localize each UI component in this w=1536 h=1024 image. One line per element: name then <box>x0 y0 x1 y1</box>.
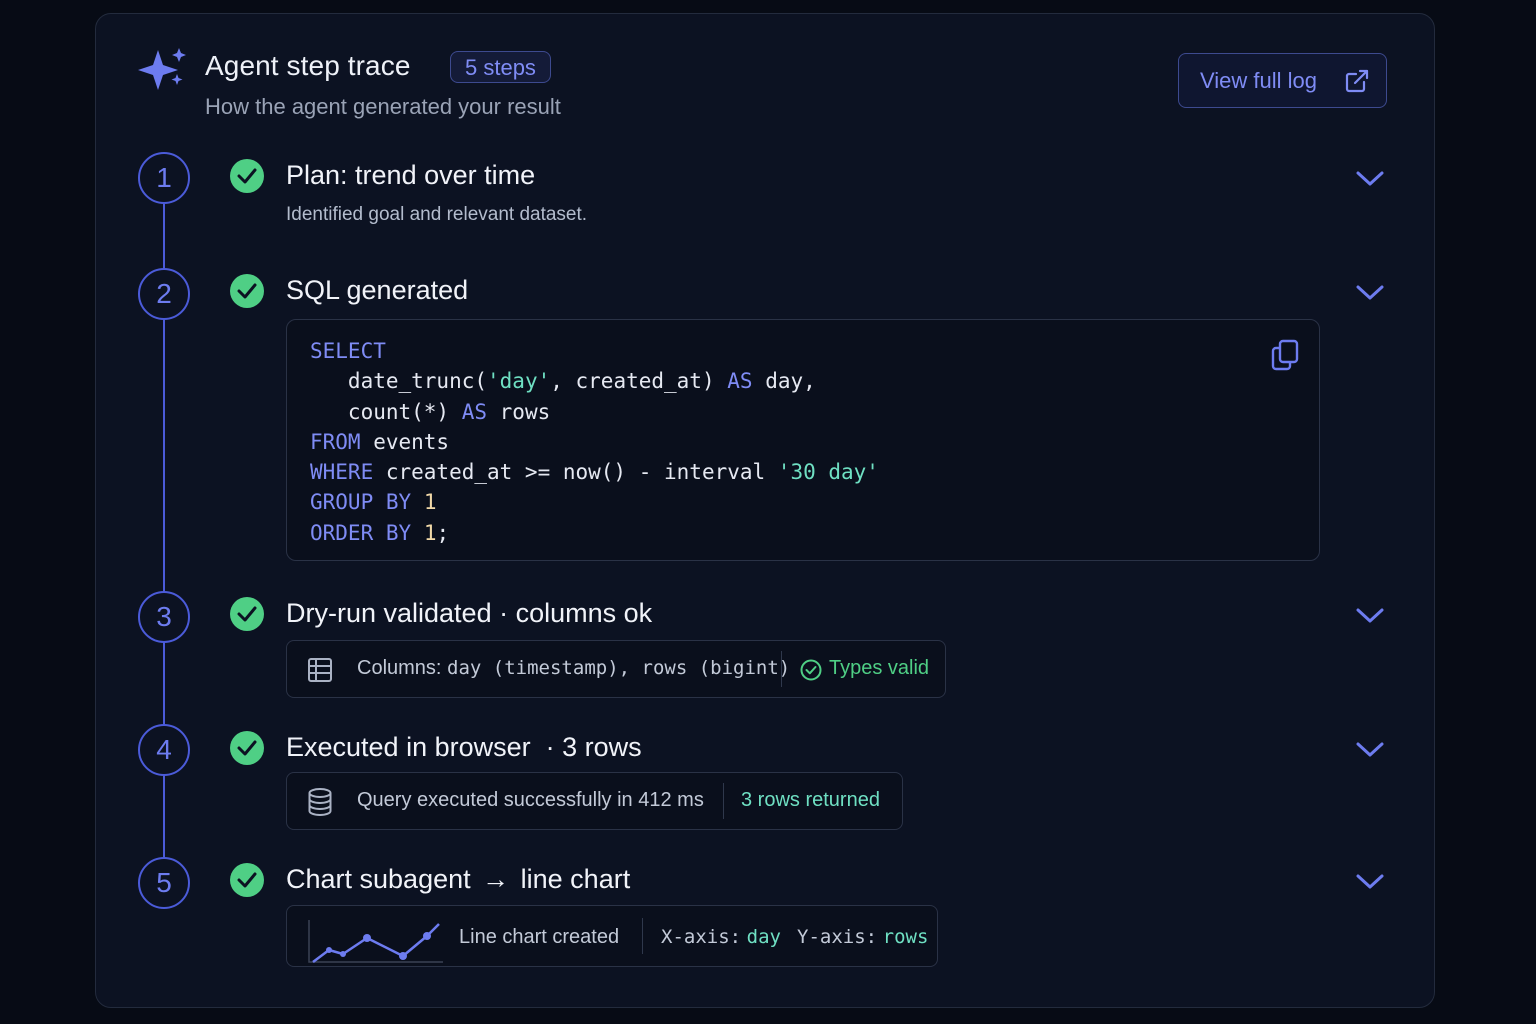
divider <box>723 783 724 819</box>
divider <box>642 918 643 954</box>
y-axis-label: Y-axis: <box>797 926 878 948</box>
check-circle-icon <box>230 274 264 308</box>
step-title: Chart subagent → line chart <box>286 864 630 895</box>
x-axis-value: day <box>746 926 781 948</box>
sql-token: AS <box>727 369 753 394</box>
sparkle-icon <box>138 48 186 90</box>
sql-token: date_trunc( <box>310 369 488 394</box>
sql-token: AS <box>461 399 488 424</box>
view-full-log-label: View full log <box>1200 67 1317 93</box>
sql-token: WHERE <box>310 460 374 485</box>
sql-token: events <box>360 429 450 454</box>
sql-token: day, <box>752 369 816 394</box>
chevron-down-icon[interactable] <box>1353 280 1387 304</box>
check-circle-icon <box>230 863 264 897</box>
check-circle-icon <box>230 159 264 193</box>
sql-token: count(*) <box>310 399 462 424</box>
timeline-connector <box>163 642 165 726</box>
view-full-log-button[interactable]: View full log <box>1178 53 1387 108</box>
chart-created-label: Line chart created <box>459 926 620 948</box>
database-icon <box>308 788 332 817</box>
page-subtitle: How the agent generated your result <box>205 94 561 119</box>
timeline-connector <box>163 320 165 592</box>
sql-token: GROUP BY <box>310 490 412 515</box>
arrow-right-icon: → <box>482 864 510 894</box>
x-axis-info: X-axis: day <box>661 926 781 949</box>
sql-token: ; <box>436 520 450 545</box>
sql-token: , created_at) <box>550 369 728 394</box>
line-chart-thumbnail <box>308 920 443 963</box>
sql-token: '30 day' <box>777 460 879 485</box>
sql-token: ORDER BY <box>310 520 412 545</box>
divider <box>781 651 782 687</box>
sql-token: 1 <box>423 520 437 545</box>
execution-summary: Query executed successfully in 412 ms 3 … <box>286 772 903 830</box>
step-title-main: Chart subagent <box>286 864 471 894</box>
sql-line: date_trunc('day', created_at) AS day, <box>310 369 816 393</box>
sql-line: SELECT <box>310 339 386 363</box>
sql-token: rows <box>487 399 551 424</box>
execution-message: Query executed successfully in 412 ms <box>357 789 704 811</box>
columns-info: Columns: day (timestamp), rows (bigint) <box>357 657 790 680</box>
y-axis-value: rows <box>882 926 929 948</box>
sql-line: GROUP BY 1 <box>310 490 436 514</box>
step-description: Identified goal and relevant dataset. <box>286 204 588 225</box>
table-icon <box>308 658 332 682</box>
step-title: SQL generated <box>286 275 469 305</box>
types-valid-status: Types valid <box>829 657 930 679</box>
sql-token: created_at >= now() - interval <box>373 460 778 485</box>
sql-token: FROM <box>310 429 361 454</box>
agent-trace-card: Agent step trace 5 steps How the agent g… <box>95 13 1435 1008</box>
chart-summary: Line chart created X-axis: day Y-axis: r… <box>286 905 938 967</box>
step-number: 5 <box>138 857 190 909</box>
sql-line: FROM events <box>310 430 449 454</box>
sql-code-block: SELECT date_trunc('day', created_at) AS … <box>286 319 1320 561</box>
columns-label: Columns: <box>357 657 442 679</box>
step-number: 3 <box>138 591 190 643</box>
sql-token: SELECT <box>310 339 386 363</box>
step-title-target: line chart <box>520 864 631 894</box>
chevron-down-icon[interactable] <box>1353 166 1387 190</box>
check-circle-icon <box>230 731 264 765</box>
step-number: 2 <box>138 268 190 320</box>
y-axis-info: Y-axis: rows <box>797 926 928 949</box>
step-title: Dry-run validated · columns ok <box>286 598 653 628</box>
rows-returned: 3 rows returned <box>741 789 880 811</box>
sql-line: ORDER BY 1; <box>310 521 449 545</box>
dry-run-summary: Columns: day (timestamp), rows (bigint) … <box>286 640 946 698</box>
sql-line: count(*) AS rows <box>310 400 550 424</box>
step-count-badge: 5 steps <box>450 51 551 83</box>
step-number: 4 <box>138 724 190 776</box>
check-circle-outline-icon <box>800 659 822 681</box>
page-title: Agent step trace <box>205 50 411 81</box>
chevron-down-icon[interactable] <box>1353 869 1387 893</box>
sql-token: 1 <box>423 490 437 515</box>
step-title: Executed in browser · 3 rows <box>286 732 642 762</box>
timeline-connector <box>163 204 165 272</box>
sql-code: SELECT date_trunc('day', created_at) AS … <box>310 336 879 548</box>
sql-line: WHERE created_at >= now() - interval '30… <box>310 460 879 484</box>
external-link-icon <box>1345 69 1369 93</box>
timeline-connector <box>163 774 165 858</box>
step-title: Plan: trend over time <box>286 160 536 190</box>
chevron-down-icon[interactable] <box>1353 603 1387 627</box>
copy-icon[interactable] <box>1270 338 1300 372</box>
sql-token: 'day' <box>487 369 551 394</box>
step-number: 1 <box>138 152 190 204</box>
columns-value: day (timestamp), rows (bigint) <box>447 657 791 679</box>
check-circle-icon <box>230 597 264 631</box>
x-axis-label: X-axis: <box>661 926 742 948</box>
chevron-down-icon[interactable] <box>1353 737 1387 761</box>
